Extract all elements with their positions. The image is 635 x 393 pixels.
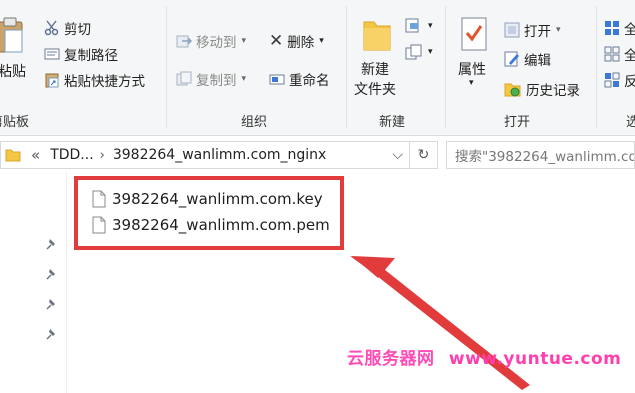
new-item-icon [405,18,419,33]
rename-button[interactable]: 重命名 [269,69,330,89]
delete-button[interactable]: ✕ 删除 ▾ [269,31,324,52]
breadcrumb-item-current[interactable]: 3982264_wanlimm.com_nginx [111,144,328,166]
navigation-pane [0,172,67,393]
history-button[interactable]: 历史记录 [504,79,580,99]
scissors-icon [44,20,59,36]
copy-path-icon [44,48,60,60]
properties-button[interactable]: 属性 ▾ [454,14,494,104]
pin-icon[interactable] [46,268,58,280]
paste-shortcut-icon [45,73,59,88]
paste-label: 粘贴 [0,64,26,80]
delete-label: 删除 [287,35,315,51]
paste-icon [0,17,23,53]
ribbon-separator [346,6,347,128]
open-icon [504,22,520,38]
breadcrumb-item-tdd[interactable]: TDD... [50,147,93,163]
properties-label: 属性 [458,62,486,78]
new-group-label: 新建 [379,115,406,130]
paste-shortcut-label: 粘贴快捷方式 [64,74,145,90]
watermark-cn: 云服务器网 [347,349,435,369]
highlight-box [74,176,344,250]
invert-selection-button[interactable]: 反 [604,70,635,90]
folder-icon [5,149,21,162]
watermark-url: www.yuntue.com [448,349,622,369]
chevron-down-icon: ▾ [319,36,324,46]
properties-icon [461,17,487,51]
select-all-icon [605,21,619,35]
paste-button[interactable]: 粘贴 [0,10,34,84]
copy-path-label: 复制路径 [64,48,118,64]
pin-icon[interactable] [46,298,58,310]
new-item-button[interactable]: ▾ [405,18,433,34]
organize-group-label: 组织 [241,115,268,130]
select-all-button[interactable]: 全 [604,18,635,38]
cut-button[interactable]: 剪切 [44,18,91,38]
ribbon: 粘贴 剪切 复制路径 粘贴快捷方式 剪贴板 移动到 [0,0,635,136]
history-icon [504,83,521,97]
edit-label: 编辑 [524,53,551,69]
refresh-button[interactable]: ↻ [410,141,438,169]
address-bar[interactable]: « TDD... › 3982264_wanlimm.com_nginx ⌵ [0,141,410,169]
edit-button[interactable]: 编辑 [504,49,551,69]
chevron-down-icon: ▾ [241,74,247,84]
folder-icon [363,21,391,51]
easy-access-button[interactable]: ▾ [405,44,433,60]
invert-selection-icon [604,72,620,88]
pin-icon[interactable] [46,238,58,250]
chevron-down-icon: ▾ [428,21,433,31]
new-folder-label-line1: 新建 [361,62,389,78]
rename-icon [269,74,285,85]
invert-selection-label: 反 [624,74,635,90]
search-placeholder: 搜索"3982264_wanlimm.com_nginx" [455,149,635,165]
ribbon-separator [445,6,446,128]
move-to-label: 移动到 [196,35,237,51]
chevron-down-icon: ▾ [428,47,433,57]
move-to-button[interactable]: 移动到 ▾ [176,31,246,51]
move-to-icon [176,35,192,48]
open-button[interactable]: 打开 ▾ [504,20,561,40]
copy-to-icon [176,71,192,86]
chevron-down-icon: ▾ [556,25,561,35]
select-all-label: 全 [624,22,635,38]
edit-icon [504,51,519,67]
chevron-down-icon: ▾ [241,36,247,46]
paste-shortcut-button[interactable]: 粘贴快捷方式 [44,70,145,90]
pin-icon[interactable] [46,328,58,340]
ribbon-separator [166,6,167,128]
clipboard-group-label: 剪贴板 [0,115,30,130]
search-input[interactable]: 搜索"3982264_wanlimm.com_nginx" [446,141,635,169]
select-group-label: 选 [626,115,635,130]
address-dropdown-button[interactable]: ⌵ [392,147,403,163]
address-row: « TDD... › 3982264_wanlimm.com_nginx ⌵ ↻… [0,141,635,171]
new-folder-button[interactable]: 新建 文件夹 [353,14,401,104]
open-label: 打开 [524,24,551,40]
cut-label: 剪切 [64,22,91,38]
select-none-label: 全 [624,48,635,64]
breadcrumb-overflow[interactable]: « [31,146,40,164]
easy-access-icon [405,44,422,60]
copy-to-label: 复制到 [196,73,237,89]
breadcrumb-separator[interactable]: › [100,148,105,163]
refresh-icon: ↻ [417,147,430,163]
select-none-icon [604,46,620,62]
copy-path-button[interactable]: 复制路径 [44,44,118,64]
new-folder-label-line2: 文件夹 [354,82,396,98]
select-none-button[interactable]: 全 [604,44,635,64]
watermark: 云服务器网 www.yuntue.com [347,344,621,369]
copy-to-button[interactable]: 复制到 ▾ [176,69,246,89]
open-group-label: 打开 [504,115,531,130]
ribbon-separator [596,6,597,128]
rename-label: 重命名 [289,73,330,89]
chevron-down-icon: ▾ [469,78,474,88]
history-label: 历史记录 [526,83,580,99]
delete-x-icon: ✕ [269,31,284,51]
